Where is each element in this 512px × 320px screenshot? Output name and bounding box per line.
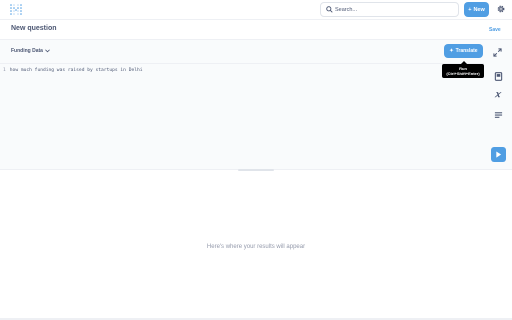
line-number: 1 [3,68,6,73]
sparkle-icon: ✦ [449,48,454,54]
search-box[interactable] [320,2,459,17]
translate-button[interactable]: ✦ Translate [444,44,483,58]
chevron-down-icon [45,49,50,53]
search-icon [326,6,333,13]
gear-icon[interactable] [496,4,506,14]
new-button-label: New [473,6,485,13]
run-query-button[interactable] [491,147,506,162]
snippet-icon[interactable] [494,111,503,120]
play-icon [496,151,502,158]
new-button[interactable]: + New [464,2,489,17]
editor-resize-handle[interactable] [238,169,274,171]
translate-label: Translate [455,48,478,54]
top-navigation: + New [0,0,512,20]
results-empty-message: Here's where your results will appear [206,244,306,250]
database-name: Funding Data [11,48,43,54]
query-editor: Funding Data ✦ Translate 1 how much fund… [0,39,512,171]
tooltip-shortcut: (Ctrl+Shift+Enter) [446,71,480,76]
save-button[interactable]: Save [489,27,501,33]
query-input[interactable]: 1 how much funding was raised by startup… [3,68,143,73]
divider [0,63,484,64]
run-tooltip: Run (Ctrl+Shift+Enter) [442,61,484,78]
query-text[interactable]: how much funding was raised by startups … [10,68,143,73]
database-selector[interactable]: Funding Data [11,48,50,54]
plus-icon: + [468,6,472,13]
page-title: New question [11,25,57,32]
variable-icon[interactable]: 𝑥 [495,91,504,100]
book-icon[interactable] [494,72,503,81]
search-input[interactable] [335,5,455,15]
collapse-icon[interactable] [493,48,502,57]
metabase-logo-icon[interactable] [10,4,22,15]
